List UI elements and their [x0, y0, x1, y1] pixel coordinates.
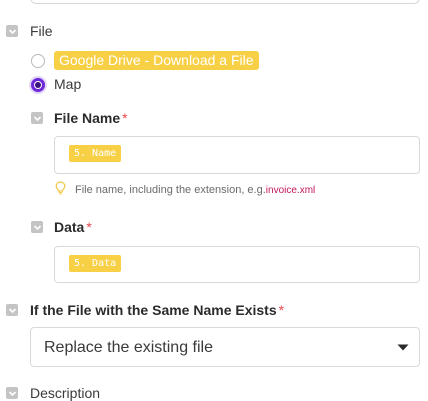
data-collapse-toggle[interactable]	[31, 221, 43, 233]
file-name-value-chip[interactable]: 5. Name	[69, 145, 122, 162]
chevron-down-icon	[33, 115, 41, 121]
required-asterisk: *	[86, 219, 92, 235]
same-name-label-text: If the File with the Same Name Exists	[30, 302, 277, 318]
chevron-down-icon	[8, 390, 16, 396]
description-collapse-toggle[interactable]	[6, 387, 18, 399]
same-name-select[interactable]: Replace the existing file	[30, 327, 420, 367]
lightbulb-icon	[55, 181, 66, 195]
file-section-label: File	[30, 23, 53, 39]
chevron-down-icon	[33, 224, 41, 230]
same-name-label: If the File with the Same Name Exists *	[30, 302, 284, 318]
select-selected-value: Replace the existing file	[44, 339, 213, 356]
file-name-input[interactable]: 5. Name	[54, 136, 420, 174]
file-name-hint: File name, including the extension, e.g.…	[75, 184, 315, 196]
google-drive-option-chip[interactable]: Google Drive - Download a File	[54, 51, 259, 70]
data-label-text: Data	[54, 219, 85, 235]
same-name-collapse-toggle[interactable]	[6, 304, 18, 316]
description-label: Description	[30, 385, 101, 401]
previous-field-box[interactable]	[30, 0, 420, 4]
file-name-label: File Name *	[54, 110, 128, 126]
data-input[interactable]: 5. Data	[54, 246, 420, 283]
chevron-down-icon	[8, 28, 16, 34]
data-value-chip[interactable]: 5. Data	[69, 255, 122, 272]
hint-example: invoice.xml	[265, 185, 316, 196]
hint-text: File name, including the extension, e.g.	[75, 184, 266, 196]
file-collapse-toggle[interactable]	[6, 25, 18, 37]
chevron-down-icon	[8, 307, 16, 313]
required-asterisk: *	[122, 110, 128, 126]
caret-down-icon	[397, 344, 409, 351]
radio-map[interactable]	[31, 78, 45, 92]
map-option-label[interactable]: Map	[54, 76, 81, 92]
required-asterisk: *	[278, 302, 285, 318]
file-name-label-text: File Name	[54, 110, 121, 126]
radio-google-drive[interactable]	[31, 54, 45, 68]
file-name-collapse-toggle[interactable]	[31, 112, 43, 124]
data-label: Data *	[54, 219, 92, 235]
